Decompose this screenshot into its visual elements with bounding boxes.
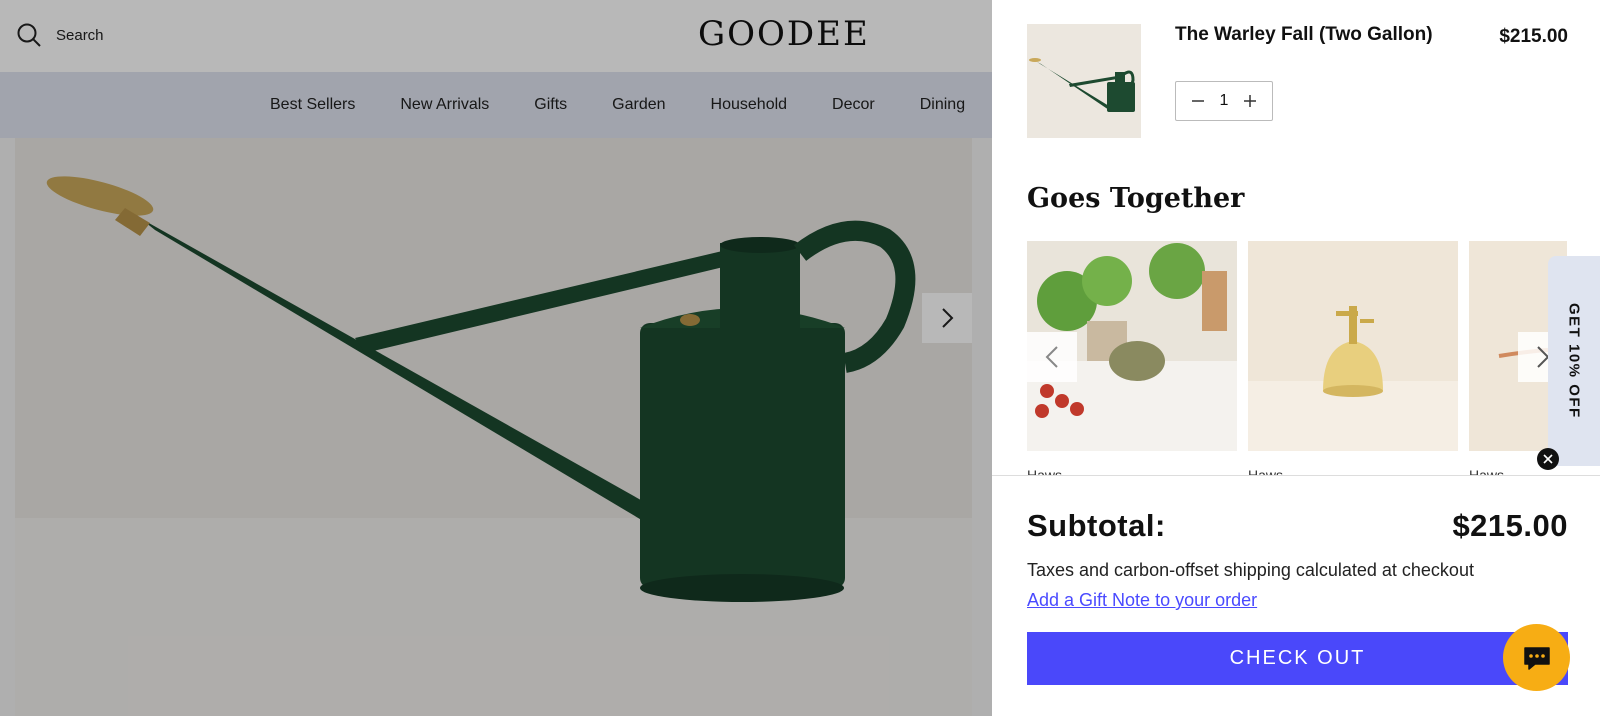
subtotal-label: Subtotal:	[1027, 508, 1166, 543]
plus-icon	[1244, 95, 1256, 107]
watering-can-thumbnail	[1027, 24, 1141, 138]
cart-item-title[interactable]: The Warley Fall (Two Gallon)	[1175, 24, 1433, 46]
checkout-button[interactable]: CHECK OUT	[1027, 632, 1568, 685]
carousel-prev-button[interactable]	[1027, 332, 1077, 382]
discount-label: GET 10% OFF	[1565, 303, 1583, 419]
discount-tab[interactable]: GET 10% OFF	[1548, 256, 1600, 466]
decrease-quantity-button[interactable]	[1188, 94, 1208, 108]
increase-quantity-button[interactable]	[1240, 94, 1260, 108]
discount-close-button[interactable]	[1537, 448, 1559, 470]
page-dim-overlay[interactable]	[0, 0, 992, 716]
brass-mister-photo	[1248, 241, 1458, 451]
quantity-stepper: 1	[1175, 81, 1273, 121]
divider	[992, 475, 1600, 476]
quantity-value[interactable]: 1	[1214, 92, 1234, 110]
store-page: Search GOODEE Best Sellers New Arrivals …	[0, 0, 992, 716]
close-icon	[1543, 454, 1553, 464]
cart-item-price: $215.00	[1499, 26, 1568, 47]
goes-together-heading: Goes Together	[1027, 183, 1245, 214]
chat-button[interactable]	[1503, 624, 1570, 691]
tax-note: Taxes and carbon-offset shipping calcula…	[1027, 560, 1474, 580]
product-card[interactable]: Haws	[1248, 241, 1458, 476]
chat-icon	[1523, 646, 1550, 670]
product-image	[1248, 241, 1458, 451]
goes-together-carousel: Haws Haws Haws	[1027, 241, 1567, 476]
cart-item-thumbnail[interactable]	[1027, 24, 1141, 138]
gift-note-link[interactable]: Add a Gift Note to your order	[1027, 590, 1257, 611]
chevron-left-icon	[1045, 346, 1058, 368]
cart-drawer: The Warley Fall (Two Gallon) $215.00 1 G…	[992, 0, 1600, 716]
minus-icon	[1192, 100, 1204, 102]
subtotal-value: $215.00	[1452, 508, 1568, 543]
